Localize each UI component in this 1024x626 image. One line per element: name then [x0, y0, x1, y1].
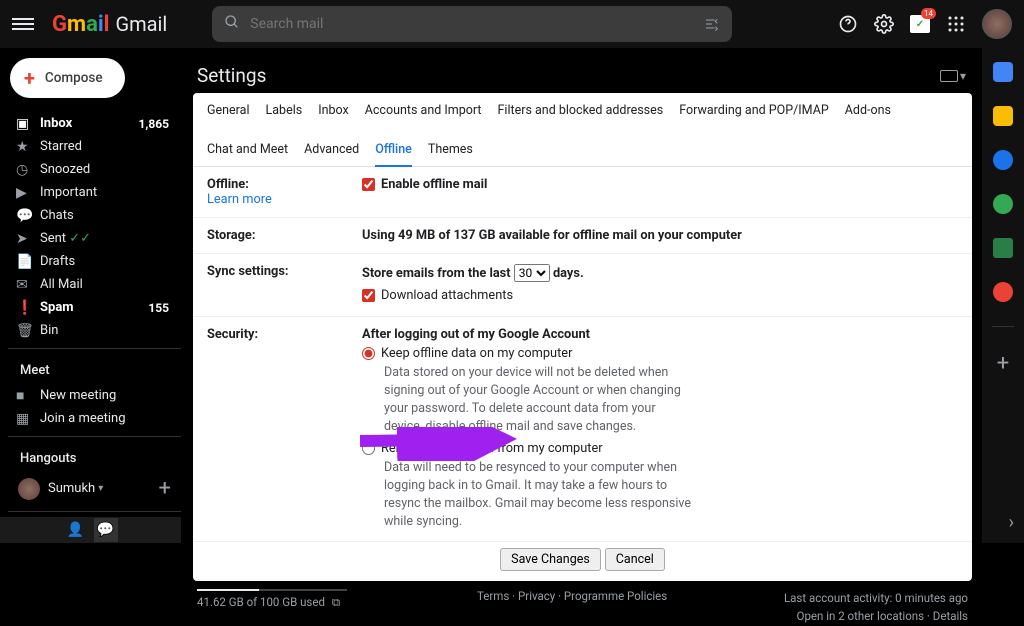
- tab-accounts-and-import[interactable]: Accounts and Import: [365, 103, 482, 126]
- activity-text: Last account activity: 0 minutes ago: [784, 589, 968, 607]
- settings-panel: General Labels Inbox Accounts and Import Fil…: [193, 93, 972, 581]
- nav-bin[interactable]: 🗑Bin: [8, 319, 181, 342]
- search-options-icon[interactable]: [702, 14, 722, 34]
- hangouts-user-row[interactable]: Sumukh ▾ +: [8, 472, 181, 505]
- star-icon: ★: [16, 139, 40, 155]
- mail-icon: ✉: [16, 277, 40, 293]
- side-panel: +: [982, 48, 1024, 543]
- compose-button[interactable]: + Compose: [10, 58, 125, 98]
- chat-icon: 💬: [16, 208, 40, 224]
- tab-labels[interactable]: Labels: [266, 103, 303, 126]
- gmail-logo[interactable]: Gmail Gmail: [52, 12, 167, 37]
- hangouts-username: Sumukh: [48, 481, 95, 496]
- file-icon: 📄: [16, 254, 40, 270]
- tab-forwarding-and-pop-imap[interactable]: Forwarding and POP/IMAP: [679, 103, 829, 126]
- nav-chats[interactable]: 💬Chats: [8, 204, 181, 227]
- meet-header: Meet: [8, 355, 181, 384]
- learn-more-link[interactable]: Learn more: [207, 192, 362, 207]
- search-icon: [224, 14, 240, 34]
- sync-section: Sync settings: Store emails from the las…: [193, 254, 972, 317]
- save-button[interactable]: Save Changes: [500, 548, 601, 571]
- offline-section: Offline: Learn more Enable offline mail: [193, 167, 972, 218]
- nav-all-mail[interactable]: ✉All Mail: [8, 273, 181, 296]
- bottom-bar: 👤 💬: [0, 517, 181, 543]
- chat-bubble-icon[interactable]: 💬: [94, 518, 118, 542]
- nav-important[interactable]: ▶Important: [8, 181, 181, 204]
- contacts-addon-icon[interactable]: [993, 194, 1013, 214]
- tab-add-ons[interactable]: Add-ons: [845, 103, 891, 126]
- policies-link[interactable]: Programme Policies: [564, 589, 667, 603]
- terms-link[interactable]: Terms: [477, 589, 509, 603]
- download-attachments-checkbox[interactable]: Download attachments: [362, 288, 513, 303]
- collapse-panel-icon[interactable]: ›: [1009, 512, 1014, 533]
- app-name: Gmail: [116, 12, 168, 36]
- tab-offline[interactable]: Offline: [375, 142, 412, 167]
- send-icon: ➤: [16, 231, 40, 247]
- tab-filters-and-blocked-addresses[interactable]: Filters and blocked addresses: [498, 103, 664, 126]
- join-meeting[interactable]: ▦Join a meeting: [8, 407, 181, 430]
- gmail-m-icon: Gmail: [52, 12, 110, 37]
- bin-icon: 🗑: [16, 323, 40, 339]
- settings-icon[interactable]: [874, 14, 894, 34]
- search-bar[interactable]: [212, 6, 732, 42]
- page-title: Settings: [197, 64, 266, 87]
- nav-drafts[interactable]: 📄Drafts: [8, 250, 181, 273]
- cancel-button[interactable]: Cancel: [605, 548, 665, 571]
- remove-data-radio[interactable]: Remove offline data from my computer: [362, 441, 603, 456]
- enable-offline-checkbox[interactable]: Enable offline mail: [362, 177, 487, 192]
- sidebar: + Compose ▣Inbox1,865★Starred◷Snoozed▶Im…: [0, 48, 181, 543]
- nav-inbox[interactable]: ▣Inbox1,865: [8, 112, 181, 135]
- security-section: Security: After logging out of my Google…: [193, 317, 972, 542]
- tab-inbox[interactable]: Inbox: [318, 103, 349, 126]
- tab-themes[interactable]: Themes: [428, 142, 473, 166]
- main-content: Settings ▾ General Labels Inbox Accounts an…: [181, 48, 982, 543]
- keep-addon-icon[interactable]: [993, 106, 1013, 126]
- arrow-icon: ▶: [16, 185, 40, 201]
- storage-text: 41.62 GB of 100 GB used: [197, 595, 325, 609]
- apps-icon[interactable]: [946, 14, 966, 34]
- storage-bar: [197, 589, 347, 591]
- storage-section: Storage: Using 49 MB of 137 GB available…: [193, 218, 972, 254]
- promo-icon[interactable]: ✓ 14: [910, 14, 930, 34]
- new-meeting[interactable]: ■New meeting: [8, 384, 181, 407]
- main-menu-icon[interactable]: [12, 15, 34, 33]
- details-link[interactable]: Details: [933, 609, 968, 623]
- plus-icon: +: [24, 68, 35, 88]
- nav-starred[interactable]: ★Starred: [8, 135, 181, 158]
- privacy-link[interactable]: Privacy: [518, 589, 555, 603]
- account-avatar[interactable]: [982, 9, 1012, 39]
- open-storage-icon[interactable]: ⧉: [332, 595, 340, 609]
- tab-general[interactable]: General: [207, 103, 250, 126]
- search-input[interactable]: [250, 16, 720, 32]
- addon-icon-2[interactable]: [993, 282, 1013, 302]
- tasks-addon-icon[interactable]: [993, 150, 1013, 170]
- add-contact-icon[interactable]: +: [159, 476, 171, 501]
- tab-chat-and-meet[interactable]: Chat and Meet: [207, 142, 288, 166]
- nav-snoozed[interactable]: ◷Snoozed: [8, 158, 181, 181]
- settings-tabs: General Labels Inbox Accounts and Import Fil…: [193, 93, 972, 167]
- sync-days-select[interactable]: 30: [514, 264, 550, 282]
- addon-icon[interactable]: [993, 238, 1013, 258]
- header-actions: ✓ 14: [838, 9, 1012, 39]
- clock-icon: ◷: [16, 162, 40, 178]
- hangouts-header: Hangouts: [8, 443, 181, 472]
- button-row: Save Changes Cancel: [193, 542, 972, 581]
- spam-icon: ❗: [16, 300, 40, 316]
- calendar-addon-icon[interactable]: [993, 62, 1013, 82]
- keep-data-radio[interactable]: Keep offline data on my computer: [362, 346, 572, 361]
- person-icon[interactable]: 👤: [64, 518, 88, 542]
- footer: 41.62 GB of 100 GB used ⧉ Terms · Privac…: [193, 581, 972, 626]
- tab-advanced[interactable]: Advanced: [304, 142, 359, 166]
- nav-spam[interactable]: ❗Spam155: [8, 296, 181, 319]
- open-locations-link[interactable]: Open in 2 other locations: [797, 609, 925, 623]
- inbox-icon: ▣: [16, 116, 40, 132]
- get-addons-icon[interactable]: +: [997, 351, 1009, 376]
- input-tools-button[interactable]: ▾: [940, 69, 972, 83]
- user-avatar: [18, 478, 40, 500]
- app-header: Gmail Gmail ✓ 14: [0, 0, 1024, 48]
- nav-sent[interactable]: ➤Sent ✓✓: [8, 227, 181, 250]
- support-icon[interactable]: [838, 14, 858, 34]
